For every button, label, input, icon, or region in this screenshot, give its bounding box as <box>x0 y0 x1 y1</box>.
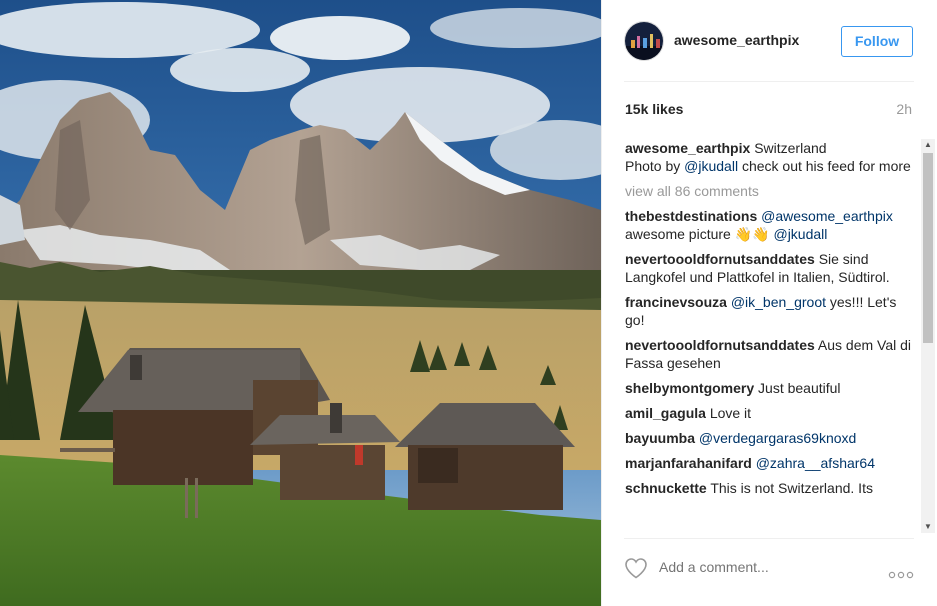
comment-username[interactable]: marjanfarahanifard <box>625 455 752 471</box>
avatar[interactable] <box>624 21 664 61</box>
comment-username[interactable]: nevertoooldfornutsanddates <box>625 251 815 267</box>
scroll-down-arrow-icon[interactable]: ▼ <box>921 521 935 533</box>
comment-item: amil_gagula Love it <box>625 404 917 422</box>
post-author-username[interactable]: awesome_earthpix <box>674 32 799 48</box>
comment-item: schnuckette This is not Switzerland. Its <box>625 479 917 497</box>
add-comment-input[interactable] <box>659 559 879 575</box>
comment-item: thebestdestinations @awesome_earthpix aw… <box>625 207 917 243</box>
comment-username[interactable]: shelbymontgomery <box>625 380 754 396</box>
comments-list: awesome_earthpix Switzerland Photo by @j… <box>625 139 917 531</box>
like-count[interactable]: 15k likes <box>625 101 683 117</box>
heart-icon[interactable] <box>624 557 648 579</box>
post-details-panel: awesome_earthpix Follow 15k likes 2h awe… <box>601 0 937 606</box>
comment-item: shelbymontgomery Just beautiful <box>625 379 917 397</box>
comment-item: bayuumba @verdegargaras69knoxd <box>625 429 917 447</box>
caption-location-text: Switzerland <box>754 140 827 156</box>
comment-mention[interactable]: @awesome_earthpix <box>761 208 893 224</box>
caption-mention[interactable]: @jkudall <box>684 158 738 174</box>
comment-username[interactable]: nevertoooldfornutsanddates <box>625 337 815 353</box>
comment-username[interactable]: thebestdestinations <box>625 208 757 224</box>
comment-item: marjanfarahanifard @zahra__afshar64 <box>625 454 917 472</box>
comments-scrollbar[interactable]: ▲ ▼ <box>921 139 935 533</box>
caption-text-suffix: check out his feed for more <box>738 158 911 174</box>
comment-mention[interactable]: @ik_ben_groot <box>731 294 826 310</box>
comment-username[interactable]: bayuumba <box>625 430 695 446</box>
scroll-up-arrow-icon[interactable]: ▲ <box>921 139 935 151</box>
comment-username[interactable]: schnuckette <box>625 480 707 496</box>
caption: awesome_earthpix Switzerland Photo by @j… <box>625 139 917 175</box>
footer-divider <box>624 538 914 539</box>
view-all-comments-link[interactable]: view all 86 comments <box>625 182 917 200</box>
more-options-icon[interactable] <box>888 566 914 579</box>
caption-username[interactable]: awesome_earthpix <box>625 140 750 156</box>
scrollbar-thumb[interactable] <box>923 153 933 343</box>
comment-text: Just beautiful <box>758 380 841 396</box>
follow-button[interactable]: Follow <box>841 26 913 57</box>
comment-username[interactable]: francinevsouza <box>625 294 727 310</box>
comment-item: nevertoooldfornutsanddates Sie sind Lang… <box>625 250 917 286</box>
comment-text: This is not Switzerland. Its <box>710 480 873 496</box>
post-timestamp[interactable]: 2h <box>896 101 912 117</box>
comment-mention[interactable]: @jkudall <box>773 226 827 242</box>
comment-text: Love it <box>709 405 752 421</box>
header-divider <box>624 81 914 82</box>
post-header: awesome_earthpix Follow <box>602 0 937 82</box>
comment-username[interactable]: amil_gagula <box>625 405 706 421</box>
comment-text: awesome picture 👋👋 <box>625 226 774 242</box>
caption-text-prefix: Photo by <box>625 158 685 174</box>
comment-mention[interactable]: @zahra__afshar64 <box>756 455 875 471</box>
post-photo[interactable] <box>0 0 601 606</box>
comment-item: nevertoooldfornutsanddates Aus dem Val d… <box>625 336 917 372</box>
comment-mention[interactable]: @verdegargaras69knoxd <box>699 430 856 446</box>
comment-item: francinevsouza @ik_ben_groot yes!!! Let'… <box>625 293 917 329</box>
